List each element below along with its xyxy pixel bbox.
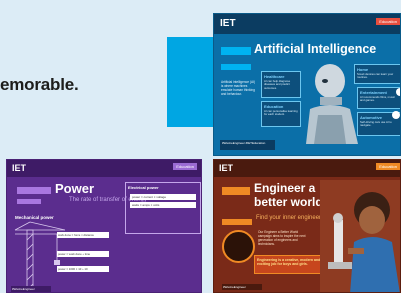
subtitle-accent-bar [222, 219, 252, 225]
box-title: Education [264, 104, 284, 109]
education-badge: Education [376, 163, 400, 170]
title-accent-bar [17, 187, 51, 194]
box-text: Self-driving cars use AI to navigate. [360, 120, 392, 128]
poster-intro-text: Artificial intelligence (AI) is where ma… [221, 80, 256, 96]
subtitle-accent-bar [221, 64, 251, 70]
education-badge: Education [376, 18, 400, 25]
child-with-microscope-photo [320, 180, 400, 292]
education-badge: Education [173, 163, 197, 170]
robot-illustration [306, 64, 358, 144]
poster-footer: #WeAreEngineer #IETEducation [220, 140, 275, 150]
poster-footer: #WeAreEngineer [222, 284, 262, 290]
poster-card-power[interactable]: IET Education Power The rate of transfer… [6, 159, 202, 293]
poster-header: IET Education [214, 160, 400, 177]
subtitle-accent-bar [17, 199, 41, 204]
poster-header: IET Education [214, 14, 400, 34]
poster-title: Power [55, 181, 95, 196]
box-title: Healthcare [264, 74, 285, 79]
electrical-power-panel: Electrical power power = current × volta… [125, 182, 201, 234]
car-icon [392, 111, 400, 119]
box-title: Entertainment [360, 90, 387, 95]
iet-logo: IET [12, 163, 27, 173]
box-text: AI recommends films, music and games. [360, 95, 395, 103]
title-accent-bar [222, 187, 250, 195]
poster-footer: #WeAreEngineer [11, 286, 51, 292]
iet-logo: IET [219, 163, 234, 173]
formula-box: watts = amps × volts [130, 202, 196, 208]
title-accent-bar [221, 47, 251, 55]
education-box: Education AI can personalise learning fo… [261, 101, 301, 127]
poster-header: IET Education [7, 160, 201, 177]
poster-card-engineer-a-better-world[interactable]: IET Education Engineer a better world Fi… [213, 159, 401, 293]
formula-box: power = current × voltage [130, 194, 196, 200]
poster-intro-text: Our Engineer a Better World campaign aim… [258, 230, 306, 246]
box-text: Smart devices can learn your routines. [357, 72, 394, 80]
portrait-circle [222, 230, 255, 263]
formula-box: power = work done ÷ time [57, 251, 109, 257]
page-headline: emorable. [0, 75, 79, 94]
poster-title: Artificial Intelligence [254, 42, 377, 56]
entertainment-icon [396, 88, 400, 96]
box-text: AI can help diagnose diseases and predic… [264, 79, 291, 90]
home-box: Home Smart devices can learn your routin… [354, 64, 400, 84]
box-text: AI can personalise learning for each stu… [264, 109, 298, 117]
decorative-blue-block [167, 37, 219, 127]
healthcare-box: Healthcare AI can help diagnose diseases… [261, 71, 301, 98]
formula-box: work done = force × distance [57, 232, 109, 238]
box-title: Home [357, 67, 369, 72]
panel-title: Electrical power [128, 185, 159, 190]
iet-logo: IET [220, 18, 236, 29]
entertainment-box: Entertainment AI recommends films, music… [357, 87, 400, 109]
poster-tagline: Find your inner engineer [256, 215, 322, 221]
formula-box: power = 1000 × 10 ÷ 10 [57, 266, 109, 272]
poster-card-artificial-intelligence[interactable]: IET Education Artificial Intelligence Ar… [213, 13, 401, 156]
